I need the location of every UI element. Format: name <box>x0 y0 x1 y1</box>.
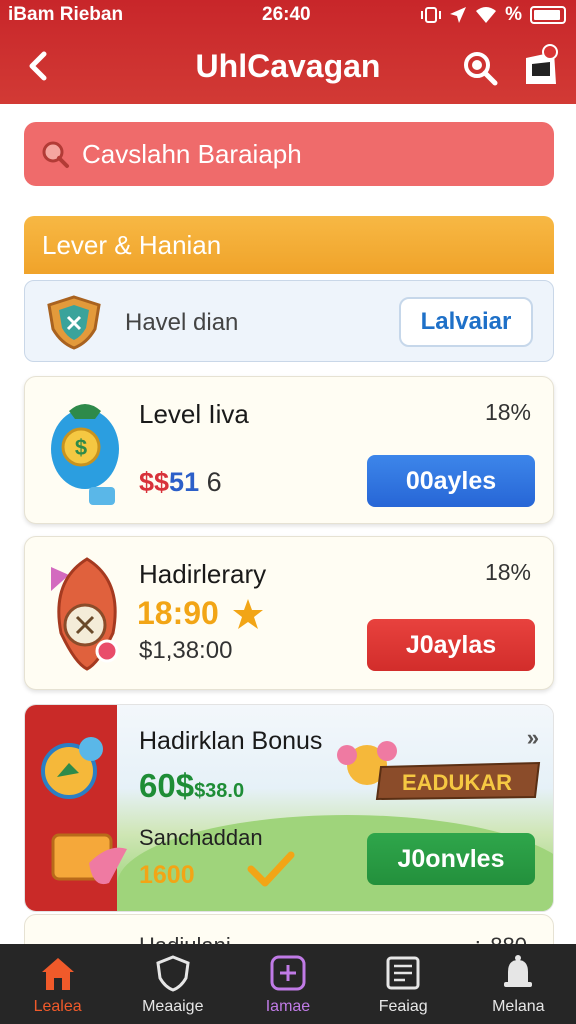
search-input[interactable]: Cavslahn Baraiaph <box>24 122 554 186</box>
bonus-amount: 60$$38.0 <box>139 767 244 805</box>
shield-emblem-icon <box>47 295 101 350</box>
bonus-amount-value: 60$ <box>139 767 195 804</box>
star-icon <box>233 599 263 629</box>
search-icon <box>42 141 69 168</box>
card-title: Level Iiva <box>139 399 249 429</box>
store-button[interactable] <box>520 44 560 88</box>
status-bar: iBam Rieban 26:40 % <box>0 0 576 30</box>
tab-messages[interactable]: Meaaige <box>115 944 230 1024</box>
bonus-sub-amount: 1600 <box>139 861 195 889</box>
level-card[interactable]: $ Level Iiva 18% $$51 6 00ayles <box>24 376 554 524</box>
svg-text:$: $ <box>75 435 87 460</box>
tab-label: Melana <box>492 998 545 1015</box>
card-action-button[interactable]: 00ayles <box>367 455 535 507</box>
bonus-sign: EADUKAR <box>337 741 541 801</box>
news-icon <box>386 956 420 990</box>
tab-label: Feaiag <box>378 998 428 1015</box>
signal-text: % <box>505 4 522 25</box>
tab-label: Lealea <box>33 998 82 1015</box>
wifi-icon <box>476 7 497 23</box>
app-header: iBam Rieban 26:40 % UhlCavagan <box>0 0 576 104</box>
tab-feed[interactable]: Feaiag <box>346 944 461 1024</box>
level-row: Havel dian Lalvaiar <box>24 280 554 362</box>
level-label: Havel dian <box>125 309 239 336</box>
status-icons: % <box>421 4 566 26</box>
card-percent: 18% <box>484 399 531 425</box>
shield-icon <box>156 955 190 992</box>
clock: 26:40 <box>262 4 311 25</box>
card-amount: $$51 6 <box>139 467 222 498</box>
tab-label: Meaaige <box>142 998 204 1015</box>
bonus-title: Hadirklan Bonus <box>139 727 323 755</box>
bell-icon <box>504 955 533 987</box>
vibrate-icon <box>421 7 442 23</box>
search-button[interactable] <box>460 48 500 88</box>
location-icon <box>450 7 467 23</box>
checkmark-icon <box>247 851 295 887</box>
amount-suffix: 6 <box>206 467 222 497</box>
carrier-label: iBam Rieban <box>8 4 124 25</box>
timer-card[interactable]: Hadirlerary 18% 18:90 $1,38:00 J0aylas <box>24 536 554 690</box>
amount-prefix: $$ <box>139 467 170 497</box>
chevron-right-icon[interactable]: » <box>527 725 539 751</box>
chat-bubble-icon <box>41 737 103 799</box>
card-action-button[interactable]: J0aylas <box>367 619 535 671</box>
level-button[interactable]: Lalvaiar <box>399 297 533 347</box>
nav-bar: UhlCavagan <box>0 34 576 104</box>
card-money: $1,38:00 <box>139 637 233 664</box>
card-title: Hadirlerary <box>139 559 267 589</box>
section-title: Lever & Hanian <box>24 216 554 274</box>
bonus-action-button[interactable]: J0onvles <box>367 833 535 885</box>
bonus-card[interactable]: Hadirklan Bonus 60$$38.0 Sanchaddan 1600… <box>24 704 554 912</box>
tab-notifications[interactable]: Melana <box>461 944 576 1024</box>
shield-target-icon <box>51 557 119 671</box>
search-placeholder: Cavslahn Baraiaph <box>82 138 302 169</box>
battery-icon <box>530 6 566 24</box>
tab-label: Iamae <box>265 998 311 1015</box>
ticket-icon <box>51 833 127 885</box>
bonus-sub-label: Sanchaddan <box>139 825 263 850</box>
money-bag-icon: $ <box>51 404 119 505</box>
plus-icon <box>270 955 306 991</box>
home-icon <box>41 958 74 990</box>
bottom-tab-bar: Lealea Meaaige Iamae Feaiag Melana <box>0 944 576 1024</box>
amount-value: 51 <box>169 467 200 497</box>
card-percent: 18% <box>484 559 531 585</box>
tab-home[interactable]: Lealea <box>0 944 115 1024</box>
card-time: 18:90 <box>137 595 219 631</box>
tab-create[interactable]: Iamae <box>230 944 345 1024</box>
bonus-amount-small: $38.0 <box>194 780 245 802</box>
bonus-sign-text: EADUKAR <box>402 770 512 795</box>
